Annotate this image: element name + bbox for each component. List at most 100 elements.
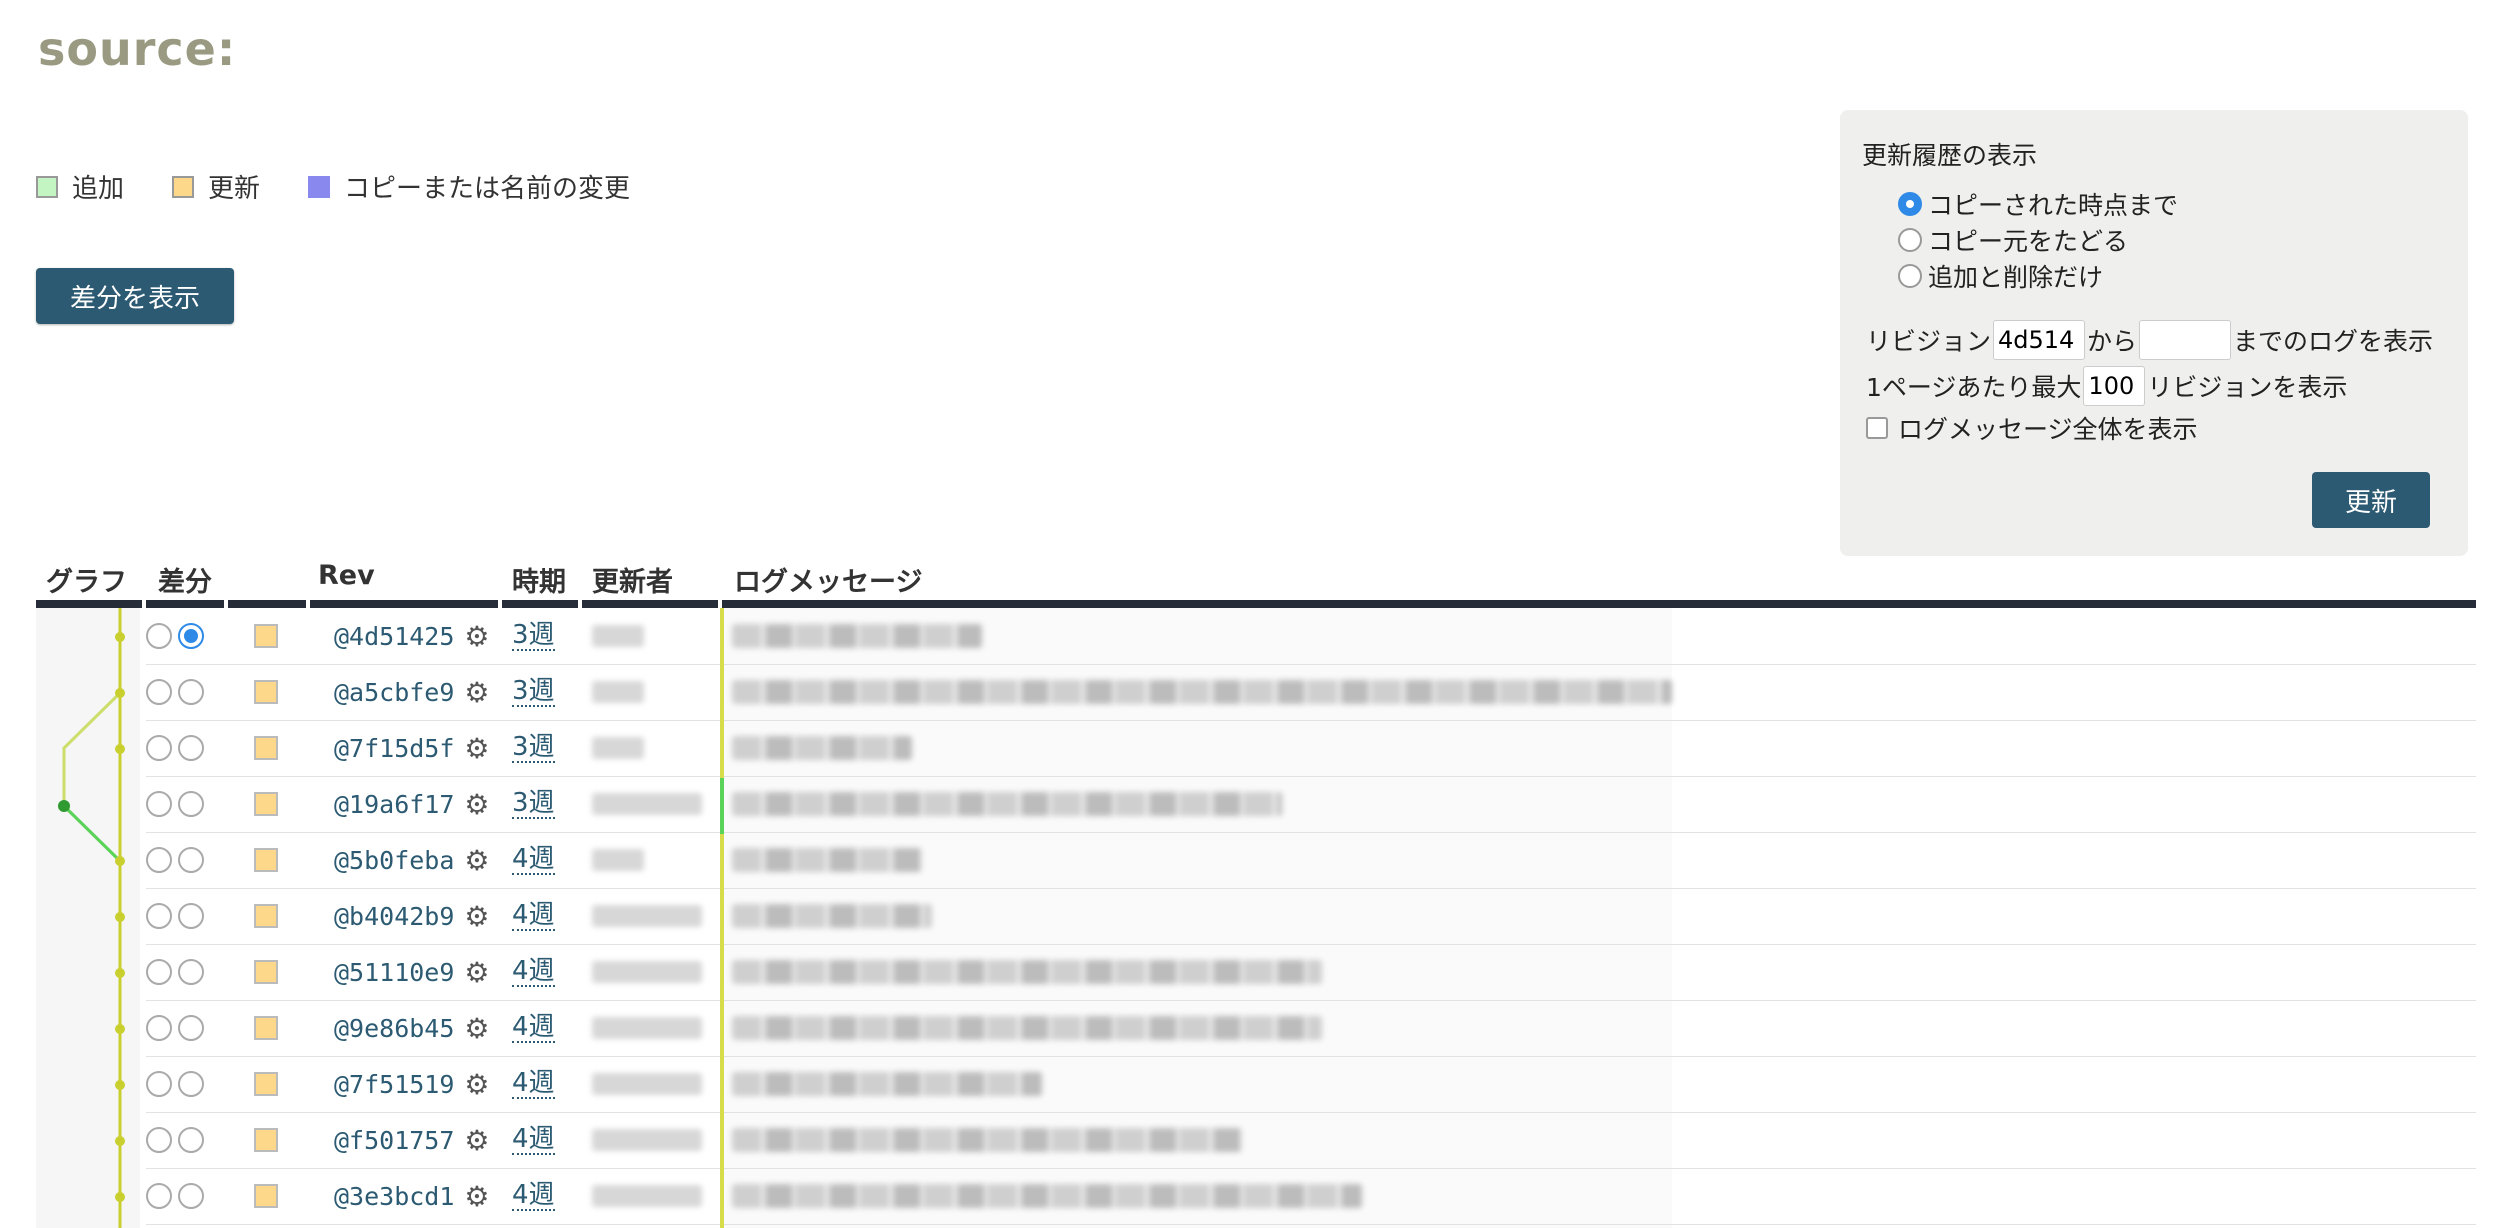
revision-link[interactable]: @7f51519 (334, 1070, 454, 1099)
age-cell: 4週 (512, 1112, 555, 1168)
col-header-author[interactable]: 更新者 (592, 560, 673, 600)
diff-selector (146, 832, 210, 888)
author-cell (592, 720, 644, 776)
per-page-input[interactable] (2083, 366, 2146, 406)
radio-button[interactable] (1898, 228, 1922, 252)
full-message-checkbox[interactable] (1866, 417, 1888, 439)
log-message-redacted (732, 848, 922, 872)
diff-old-radio[interactable] (146, 679, 172, 705)
gear-icon[interactable]: ⚙ (464, 676, 489, 709)
revision-link[interactable]: @4d51425 (334, 622, 454, 651)
rev-from-input[interactable] (1993, 320, 2086, 360)
age-link[interactable]: 4週 (512, 1181, 555, 1211)
age-link[interactable]: 4週 (512, 845, 555, 875)
diff-old-radio[interactable] (146, 959, 172, 985)
message-cell (732, 1112, 1242, 1168)
gear-icon[interactable]: ⚙ (464, 1068, 489, 1101)
diff-new-radio[interactable] (178, 623, 204, 649)
diff-old-radio[interactable] (146, 1071, 172, 1097)
legend-item-copied: コピーまたは名前の変更 (308, 168, 630, 205)
gear-icon[interactable]: ⚙ (464, 844, 489, 877)
diff-old-radio[interactable] (146, 735, 172, 761)
diff-new-radio[interactable] (178, 959, 204, 985)
modified-indicator (254, 792, 278, 816)
diff-new-radio[interactable] (178, 735, 204, 761)
update-button[interactable]: 更新 (2312, 472, 2430, 528)
gear-icon[interactable]: ⚙ (464, 1180, 489, 1213)
revision-link[interactable]: @9e86b45 (334, 1014, 454, 1043)
modified-indicator (254, 904, 278, 928)
rev-cell: @9e86b45 ⚙ (334, 1000, 490, 1056)
graph-branch-merge (62, 804, 122, 863)
gear-icon[interactable]: ⚙ (464, 900, 489, 933)
modified-indicator (254, 624, 278, 648)
table-row: @a5cbfe9 ⚙ 3週 (146, 664, 2476, 721)
diff-old-radio[interactable] (146, 623, 172, 649)
radio-button[interactable] (1898, 192, 1922, 216)
gear-icon[interactable]: ⚙ (464, 732, 489, 765)
rev-cell: @3e3bcd1 ⚙ (334, 1168, 490, 1224)
per-page-row: 1ページあたり最大 リビジョンを表示 (1866, 366, 2347, 406)
show-diff-button[interactable]: 差分を表示 (36, 268, 234, 324)
diff-old-radio[interactable] (146, 847, 172, 873)
diff-old-radio[interactable] (146, 1127, 172, 1153)
diff-old-radio[interactable] (146, 1015, 172, 1041)
graph-node (115, 968, 125, 978)
rev-cell: @51110e9 ⚙ (334, 944, 490, 1000)
gear-icon[interactable]: ⚙ (464, 956, 489, 989)
modified-swatch (172, 175, 195, 198)
gear-icon[interactable]: ⚙ (464, 620, 489, 653)
age-link[interactable]: 3週 (512, 789, 555, 819)
diff-new-radio[interactable] (178, 1071, 204, 1097)
revision-link[interactable]: @7f15d5f (334, 734, 454, 763)
col-header-age[interactable]: 時期 (512, 560, 566, 600)
diff-new-radio[interactable] (178, 791, 204, 817)
gear-icon[interactable]: ⚙ (464, 788, 489, 821)
rev-cell: @7f15d5f ⚙ (334, 720, 490, 776)
rev-to-input[interactable] (2139, 320, 2232, 360)
option-stop-on-copy[interactable]: コピーされた時点まで (1898, 186, 2178, 222)
revision-link[interactable]: @3e3bcd1 (334, 1182, 454, 1211)
table-row: @f501757 ⚙ 4週 (146, 1112, 2476, 1169)
diff-old-radio[interactable] (146, 1183, 172, 1209)
age-link[interactable]: 3週 (512, 733, 555, 763)
log-message-redacted (732, 904, 932, 928)
diff-old-radio[interactable] (146, 903, 172, 929)
revision-link[interactable]: @f501757 (334, 1126, 454, 1155)
age-link[interactable]: 4週 (512, 957, 555, 987)
diff-new-radio[interactable] (178, 1183, 204, 1209)
diff-selector (146, 888, 210, 944)
revision-link[interactable]: @a5cbfe9 (334, 678, 454, 707)
per-page-prefix: 1ページあたり最大 (1866, 373, 2082, 402)
age-link[interactable]: 3週 (512, 621, 555, 651)
diff-new-radio[interactable] (178, 903, 204, 929)
revision-link[interactable]: @b4042b9 (334, 902, 454, 931)
gear-icon[interactable]: ⚙ (464, 1012, 489, 1045)
log-message-redacted (732, 1184, 1362, 1208)
age-link[interactable]: 4週 (512, 1013, 555, 1043)
change-type-cell (254, 664, 278, 720)
revision-link[interactable]: @5b0feba (334, 846, 454, 875)
col-header-rev[interactable]: Rev (318, 560, 375, 600)
col-header-graph: グラフ (46, 567, 127, 598)
revision-link[interactable]: @19a6f17 (334, 790, 454, 819)
copied-swatch (308, 175, 331, 198)
diff-new-radio[interactable] (178, 1127, 204, 1153)
radio-button[interactable] (1898, 264, 1922, 288)
age-link[interactable]: 3週 (512, 677, 555, 707)
header-separator (142, 594, 146, 608)
revision-link[interactable]: @51110e9 (334, 958, 454, 987)
full-message-row[interactable]: ログメッセージ全体を表示 (1866, 410, 2198, 446)
age-link[interactable]: 4週 (512, 901, 555, 931)
option-add-delete-only[interactable]: 追加と削除だけ (1898, 258, 2103, 294)
diff-old-radio[interactable] (146, 791, 172, 817)
diff-new-radio[interactable] (178, 847, 204, 873)
diff-new-radio[interactable] (178, 1015, 204, 1041)
diff-new-radio[interactable] (178, 679, 204, 705)
option-follow-copy[interactable]: コピー元をたどる (1898, 222, 2128, 258)
age-link[interactable]: 4週 (512, 1125, 555, 1155)
gear-icon[interactable]: ⚙ (464, 1124, 489, 1157)
age-link[interactable]: 4週 (512, 1069, 555, 1099)
author-cell (592, 1112, 702, 1168)
table-row: @b4042b9 ⚙ 4週 (146, 888, 2476, 945)
